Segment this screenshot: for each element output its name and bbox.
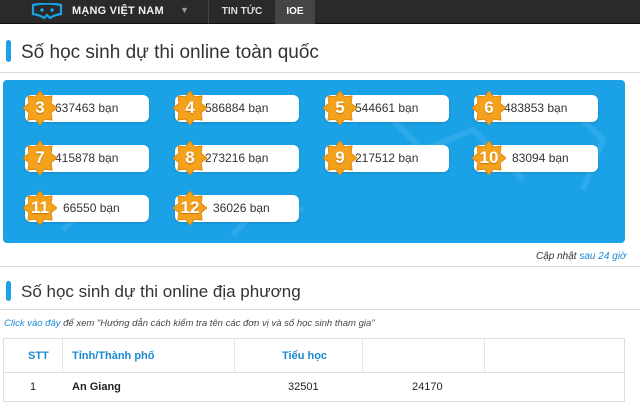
grade-number: 3 (35, 98, 45, 117)
brand-name[interactable]: MẠNG VIỆT NAM (72, 5, 164, 17)
grade-3-star-badge: 3 (23, 91, 57, 125)
grade-9-star-badge: 9 (323, 141, 357, 175)
grade-number: 7 (35, 148, 45, 167)
local-title-text: Số học sinh dự thi online địa phương (21, 282, 301, 301)
column-divider (362, 339, 363, 373)
grade-number: 8 (185, 148, 195, 167)
grade-10-star-badge: 10 (472, 141, 506, 175)
divider (0, 266, 640, 267)
nav-divider (314, 0, 315, 24)
cell-primary: 32501 (288, 381, 319, 393)
grade-5-star-badge: 5 (323, 91, 357, 125)
grade-number: 10 (479, 148, 499, 167)
nav-item-tin-tuc[interactable]: TIN TỨC (209, 0, 275, 24)
grade-number: 5 (335, 98, 345, 117)
national-stats-panel: 637463 bạn 586884 bạn 544661 bạn 483853 … (3, 80, 625, 243)
column-divider (62, 339, 63, 373)
grade-number: 12 (180, 198, 200, 217)
update-note: Cập nhật sau 24 giờ (536, 251, 626, 262)
local-stats-table: STT Tỉnh/Thành phố Tiểu học 1 An Giang 3… (3, 338, 625, 402)
grade-6-star-badge: 6 (472, 91, 506, 125)
cell-province: An Giang (72, 381, 121, 393)
column-divider (484, 339, 485, 373)
grade-number: 6 (484, 98, 494, 117)
grade-4-star-badge: 4 (173, 91, 207, 125)
nav-item-ioe[interactable]: IOE (276, 0, 314, 24)
grade-number: 9 (335, 148, 345, 167)
header-province[interactable]: Tỉnh/Thành phố (72, 339, 154, 373)
top-navigation-bar: MẠNG VIỆT NAM ▼ TIN TỨC IOE (0, 0, 640, 24)
header-stt[interactable]: STT (28, 339, 49, 373)
grade-number: 11 (31, 198, 49, 217)
click-here-link[interactable]: Click vào đây (4, 318, 61, 329)
grade-12-star-badge: 12 (173, 191, 207, 225)
divider (0, 309, 640, 310)
divider (0, 72, 640, 73)
national-title-text: Số học sinh dự thi online toàn quốc (21, 42, 319, 63)
grade-7-star-badge: 7 (23, 141, 57, 175)
table-row[interactable]: 1 An Giang 32501 24170 (4, 373, 624, 401)
title-accent-bar (6, 281, 11, 301)
grade-number: 4 (185, 98, 195, 117)
column-divider (234, 339, 235, 373)
header-primary[interactable]: Tiểu học (282, 339, 327, 373)
cell-secondary: 24170 (412, 381, 443, 393)
national-section-title: Số học sinh dự thi online toàn quốc (6, 40, 319, 64)
title-accent-bar (6, 40, 11, 62)
grade-11-star-badge: 11 (23, 191, 57, 225)
hint-text: để xem "Hướng dẫn cách kiểm tra tên các … (63, 318, 375, 329)
cell-stt: 1 (30, 381, 37, 393)
guide-hint: Click vào đây để xem "Hướng dẫn cách kiể… (4, 318, 375, 329)
update-prefix: Cập nhật (535, 251, 577, 262)
chevron-down-icon[interactable]: ▼ (180, 5, 189, 15)
logo-icon[interactable] (30, 3, 64, 20)
local-section-title: Số học sinh dự thi online địa phương (6, 281, 301, 302)
update-interval-link[interactable]: sau 24 giờ (579, 251, 626, 262)
grade-8-star-badge: 8 (173, 141, 207, 175)
table-header: STT Tỉnh/Thành phố Tiểu học (4, 339, 624, 373)
